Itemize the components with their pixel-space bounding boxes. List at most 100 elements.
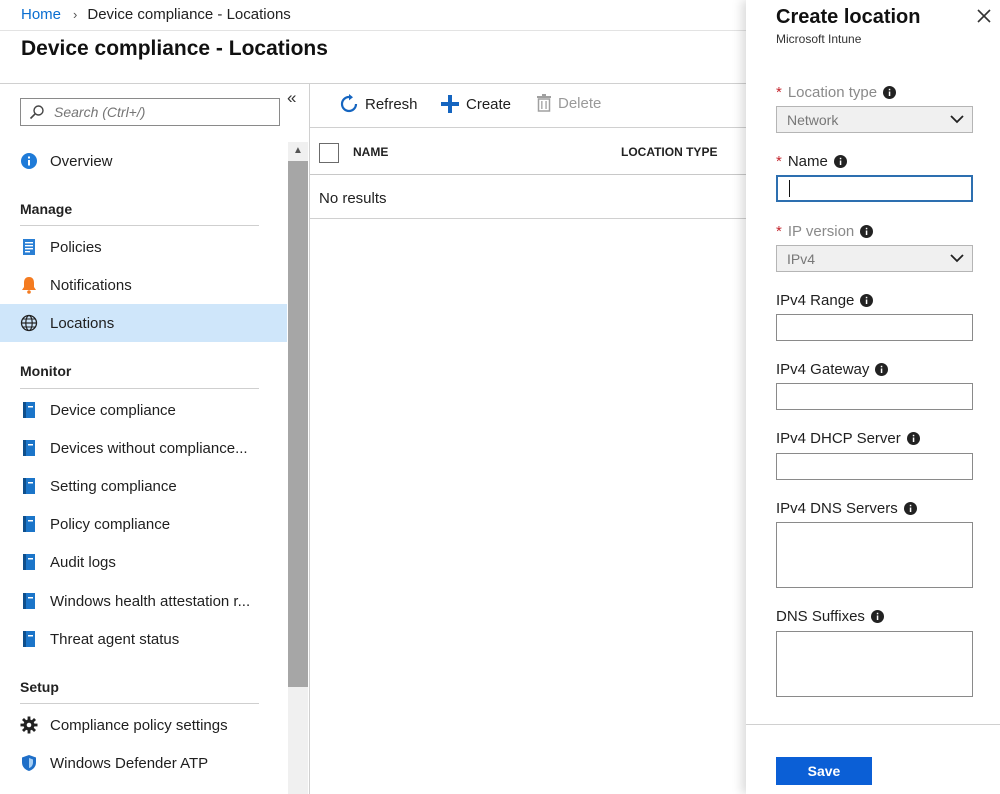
chevron-down-icon [950,254,964,263]
main-content: Refresh Create Delete NAME LOCATION TYPE… [309,84,747,794]
dns-suffixes-textarea[interactable] [776,631,973,697]
location-type-label: * Location type [776,84,897,101]
required-marker: * [776,223,782,240]
name-label: * Name [776,153,847,170]
name-input[interactable] [776,175,973,202]
divider [20,388,259,389]
ipv4-dhcp-server-input[interactable] [776,453,973,480]
ip-version-label: * IP version [776,223,874,240]
divider [746,724,1000,725]
search-box[interactable] [20,98,280,126]
info-icon[interactable] [903,502,917,515]
ipv4-dns-servers-textarea[interactable] [776,522,973,588]
delete-label: Delete [558,94,602,112]
info-icon[interactable] [860,225,874,238]
column-header-name[interactable]: NAME [353,145,388,159]
search-input[interactable] [54,104,264,120]
page-title: Device compliance - Locations [21,37,328,60]
sidebar-item-devices-without-compliance[interactable]: Devices without compliance... [0,429,287,467]
sidebar-item-setting-compliance[interactable]: Setting compliance [0,467,287,505]
report-book-icon [19,552,39,572]
trash-icon [536,94,552,112]
sidebar-item-label: Overview [50,152,113,170]
ipv4-range-input[interactable] [776,314,973,341]
scrollbar[interactable]: ▲ [288,142,308,794]
refresh-icon [339,94,359,114]
dns-suffixes-label: DNS Suffixes [776,608,884,625]
sidebar-item-label: Policy compliance [50,515,171,533]
section-label-setup: Setup [20,679,59,695]
report-book-icon [19,591,39,611]
sidebar-item-label: Compliance policy settings [50,716,228,734]
sidebar: « ▲ Overview Manage Policies Notificatio… [0,84,309,794]
sidebar-item-compliance-policy-settings[interactable]: Compliance policy settings [0,706,287,744]
info-icon [19,151,39,171]
refresh-button[interactable]: Refresh [339,94,418,114]
divider [20,703,259,704]
breadcrumb-current: Device compliance - Locations [87,6,291,23]
breadcrumb: Home › Device compliance - Locations [21,6,291,23]
report-book-icon [19,438,39,458]
globe-icon [19,313,39,333]
sidebar-item-windows-health-attestation[interactable]: Windows health attestation r... [0,582,287,620]
info-icon[interactable] [860,294,874,307]
ip-version-value: IPv4 [787,250,816,267]
info-icon[interactable] [870,610,884,623]
sidebar-item-policy-compliance[interactable]: Policy compliance [0,505,287,543]
location-type-select[interactable]: Network [776,106,973,133]
sidebar-item-label: Device compliance [50,401,176,419]
delete-button[interactable]: Delete [536,94,601,112]
close-icon[interactable] [975,7,993,25]
required-marker: * [776,84,782,101]
sidebar-item-device-compliance[interactable]: Device compliance [0,391,287,429]
required-marker: * [776,153,782,170]
bell-icon [19,275,39,295]
shield-icon [19,753,39,773]
info-icon[interactable] [833,155,847,168]
column-header-location-type[interactable]: LOCATION TYPE [621,145,717,159]
panel-title: Create location [776,6,921,28]
refresh-label: Refresh [365,95,418,113]
scroll-up-icon[interactable]: ▲ [288,142,308,160]
divider [310,218,747,219]
scrollbar-thumb[interactable] [288,161,308,687]
report-book-icon [19,514,39,534]
sidebar-item-overview[interactable]: Overview [0,142,287,180]
text-cursor [789,180,790,197]
ipv4-gateway-label: IPv4 Gateway [776,361,889,378]
collapse-icon[interactable]: « [287,88,296,108]
sidebar-item-label: Policies [50,238,102,256]
sidebar-item-notifications[interactable]: Notifications [0,266,287,304]
select-all-checkbox[interactable] [319,143,339,163]
sidebar-item-policies[interactable]: Policies [0,228,287,266]
plus-icon [440,94,460,114]
ipv4-gateway-input[interactable] [776,383,973,410]
create-label: Create [466,95,512,113]
sidebar-item-label: Devices without compliance... [50,439,248,457]
panel-subtitle: Microsoft Intune [776,32,862,46]
sidebar-item-audit-logs[interactable]: Audit logs [0,543,287,581]
ipv4-dhcp-server-label: IPv4 DHCP Server [776,430,920,447]
sidebar-item-label: Threat agent status [50,630,180,648]
ip-version-select[interactable]: IPv4 [776,245,973,272]
report-book-icon [19,629,39,649]
sidebar-item-windows-defender-atp[interactable]: Windows Defender ATP [0,744,287,782]
divider [0,30,746,31]
ipv4-range-label: IPv4 Range [776,292,874,309]
info-icon[interactable] [883,86,897,99]
empty-state-message: No results [319,190,387,207]
gear-icon [19,715,39,735]
breadcrumb-home-link[interactable]: Home [21,6,61,23]
section-label-manage: Manage [20,201,73,217]
info-icon[interactable] [875,363,889,376]
chevron-right-icon: › [73,7,78,22]
sidebar-item-label: Locations [50,314,115,332]
section-label-monitor: Monitor [20,363,72,379]
create-button[interactable]: Create [440,94,511,114]
create-location-panel: Create location Microsoft Intune * Locat… [746,0,1000,794]
info-icon[interactable] [906,432,920,445]
save-button[interactable]: Save [776,757,872,785]
sidebar-item-locations[interactable]: Locations [0,304,287,342]
toolbar: Refresh Create Delete [310,84,747,128]
sidebar-item-threat-agent-status[interactable]: Threat agent status [0,620,287,658]
